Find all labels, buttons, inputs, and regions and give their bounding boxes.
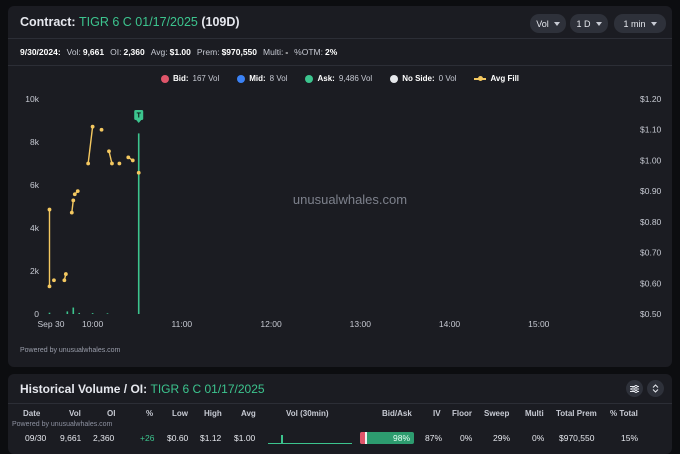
avg-fill-point	[126, 155, 131, 160]
avg-fill-point	[52, 278, 56, 283]
x-tick: 12:00	[260, 319, 282, 329]
avg-fill-point	[63, 272, 68, 276]
cell-sweep: 29%	[493, 433, 511, 443]
sort-chevrons-icon	[652, 384, 659, 393]
volume-chart[interactable]: unusualwhales.com 0 2k 4k 6k 8k 10k $0.50 $0.60 $…	[8, 6, 672, 346]
avg-fill-point	[107, 149, 111, 154]
cell-pct-total: 15%	[621, 433, 639, 443]
col-date[interactable]: Date	[23, 409, 40, 418]
trade-marker-label: T	[137, 113, 142, 120]
avg-fill-point	[86, 161, 91, 166]
cell-date: 09/30	[25, 433, 47, 443]
y-right-tick: $1.20	[640, 94, 662, 104]
col-multi[interactable]: Multi	[525, 409, 544, 418]
y-left-tick: 8k	[30, 137, 40, 147]
avg-fill-point	[62, 278, 67, 283]
avg-fill-line	[87, 126, 94, 164]
x-tick: 13:00	[350, 319, 372, 329]
avg-fill-point	[90, 124, 95, 129]
avg-fill-point	[136, 170, 141, 175]
history-panel: Historical Volume / OI: TIGR 6 C 01/17/2…	[8, 374, 672, 454]
cell-iv: 87%	[425, 433, 443, 443]
col-oi[interactable]: OI	[107, 409, 115, 418]
col-iv[interactable]: IV	[433, 409, 441, 418]
avg-fill-point	[99, 127, 104, 132]
history-title: Historical Volume / OI: TIGR 6 C 01/17/2…	[20, 382, 265, 396]
sparkline-spike	[281, 435, 283, 444]
volume-bar	[106, 313, 109, 314]
avg-fill-point	[71, 198, 76, 203]
volume-bar	[48, 312, 51, 314]
y-right-tick: $0.80	[640, 217, 662, 227]
col-high[interactable]: High	[204, 409, 222, 418]
x-tick: 15:00	[528, 319, 550, 329]
bid-ask-bar: 98%	[360, 432, 414, 444]
avg-fill-point	[69, 210, 74, 215]
x-tick: Sep 30	[38, 319, 65, 329]
x-tick: 11:00	[172, 319, 193, 329]
powered-by-text: Powered by unusualwhales.com	[20, 347, 121, 354]
col-low[interactable]: Low	[172, 409, 188, 418]
avg-fill-point	[117, 161, 122, 166]
col-total-prem[interactable]: Total Prem	[556, 409, 597, 418]
mid-portion	[365, 432, 367, 444]
contract-panel: Contract: TIGR 6 C 01/17/2025 (109D) Vol…	[8, 6, 672, 367]
y-right-tick: $0.60	[640, 278, 662, 288]
col-floor[interactable]: Floor	[452, 409, 472, 418]
cell-multi: 0%	[532, 433, 545, 443]
y-left-tick: 10k	[25, 94, 39, 104]
y-left-tick: 6k	[30, 180, 40, 190]
filter-settings-button[interactable]	[626, 380, 643, 397]
col-vol[interactable]: Vol	[69, 409, 81, 418]
vol-30min-sparkline	[268, 431, 352, 445]
cell-oi: 2,360	[93, 433, 115, 443]
cell-low: $0.60	[167, 433, 189, 443]
history-divider	[8, 403, 672, 404]
volume-bar	[66, 311, 69, 314]
avg-fill-point	[47, 207, 52, 212]
y-left-tick: 0	[34, 309, 39, 319]
cell-total-prem: $970,550	[559, 433, 595, 443]
history-powered-by: Powered by unusualwhales.com	[12, 421, 113, 428]
sort-button[interactable]	[647, 380, 664, 397]
y-right-tick: $1.10	[640, 125, 662, 135]
avg-fill-point	[47, 284, 52, 289]
col-avg[interactable]: Avg	[241, 409, 256, 418]
watermark-text: unusualwhales.com	[293, 192, 407, 207]
bid-ask-value: 98%	[392, 433, 410, 443]
cell-floor: 0%	[460, 433, 473, 443]
trade-marker-tip	[136, 120, 142, 123]
cell-vol: 9,661	[60, 433, 82, 443]
col-pct-total[interactable]: % Total	[610, 409, 638, 418]
cell-avg: $1.00	[234, 433, 256, 443]
avg-fill-point	[130, 158, 135, 163]
volume-bar	[137, 133, 140, 314]
y-left-tick: 4k	[30, 223, 40, 233]
x-tick: 10:00	[82, 319, 104, 329]
col-vol-30min[interactable]: Vol (30min)	[286, 409, 329, 418]
y-right-tick: $0.50	[640, 309, 662, 319]
cell-pct: +26	[140, 433, 155, 443]
col-bid-ask[interactable]: Bid/Ask	[382, 409, 412, 418]
y-left-tick: 2k	[30, 266, 40, 276]
cell-high: $1.12	[200, 433, 222, 443]
volume-bar	[72, 307, 75, 314]
y-right-tick: $1.00	[640, 155, 662, 165]
col-pct[interactable]: %	[146, 409, 153, 418]
sliders-icon	[630, 384, 639, 393]
y-right-tick: $0.70	[640, 248, 662, 258]
history-contract: TIGR 6 C 01/17/2025	[150, 382, 265, 396]
history-title-label: Historical Volume / OI:	[20, 382, 148, 396]
col-sweep[interactable]: Sweep	[484, 409, 509, 418]
y-right-tick: $0.90	[640, 186, 662, 196]
volume-bar	[91, 313, 94, 314]
avg-fill-point	[110, 161, 114, 166]
avg-fill-point	[75, 189, 80, 194]
x-tick: 14:00	[439, 319, 461, 329]
avg-fill-point	[72, 192, 77, 197]
volume-bar	[78, 312, 81, 314]
